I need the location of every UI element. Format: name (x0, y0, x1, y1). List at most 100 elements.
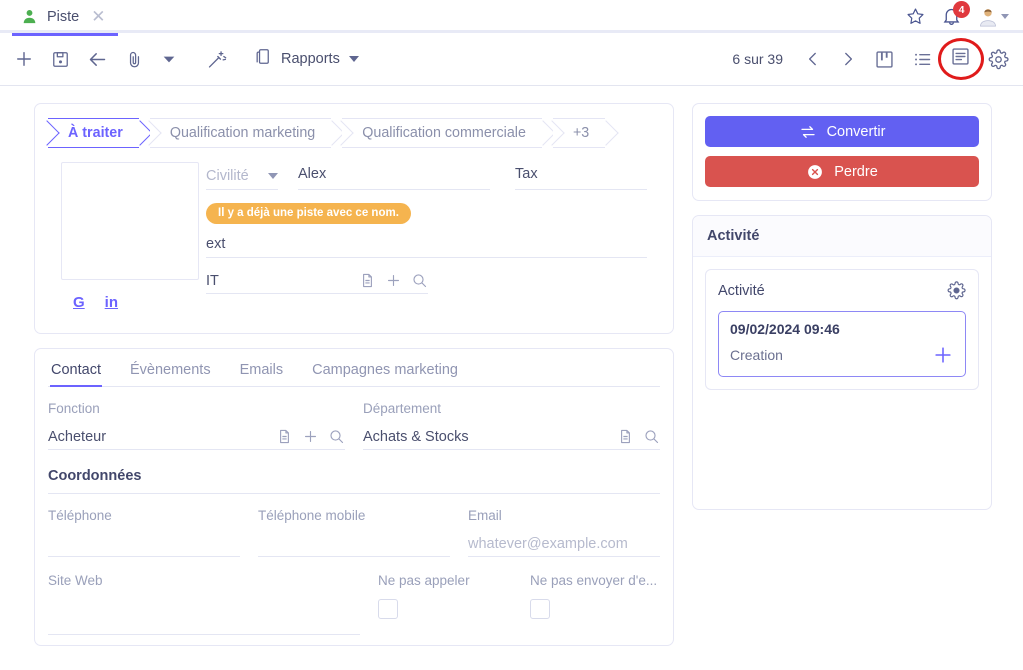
telephone-input[interactable] (48, 534, 240, 557)
list-view-icon[interactable] (912, 49, 933, 70)
do-not-email-field: Ne pas envoyer d'e... (530, 573, 682, 619)
activity-widget: Activité 09/02/2024 09:46 Creation (705, 269, 979, 390)
do-not-call-checkbox[interactable] (378, 599, 398, 619)
chevron-right-icon[interactable] (839, 50, 857, 68)
search-icon[interactable] (411, 272, 428, 289)
toolbar-left-group: Rapports (14, 47, 359, 71)
document-icon[interactable] (359, 272, 376, 289)
left-column: À traiter Qualification marketing Qualif… (34, 103, 674, 669)
app-tab-label: Piste (47, 8, 80, 25)
lead-photo-placeholder[interactable] (61, 162, 199, 280)
search-icon[interactable] (328, 428, 345, 445)
fonction-label: Fonction (48, 401, 100, 416)
search-icon[interactable] (643, 428, 660, 445)
plus-icon[interactable] (302, 428, 319, 445)
lose-button[interactable]: Perdre (705, 156, 979, 187)
arrow-left-icon[interactable] (87, 49, 108, 70)
magic-wand-icon[interactable] (206, 49, 227, 70)
pipeline-stage-qualification-marketing[interactable]: Qualification marketing (149, 118, 332, 148)
record-pager-label: 6 sur 39 (732, 51, 783, 67)
mobile-label: Téléphone mobile (258, 508, 366, 523)
reports-label: Rapports (281, 51, 340, 67)
linkedin-link[interactable]: in (105, 294, 118, 311)
phone-email-row: Téléphone Téléphone mobile Email whateve… (48, 494, 660, 557)
tab-evenements[interactable]: Évènements (129, 359, 212, 386)
telephone-label: Téléphone (48, 508, 112, 523)
gear-icon[interactable] (947, 281, 966, 300)
departement-value: Achats & Stocks (363, 429, 469, 445)
convert-button[interactable]: Convertir (705, 116, 979, 147)
activity-entry[interactable]: 09/02/2024 09:46 Creation (718, 311, 966, 377)
departement-input[interactable]: Achats & Stocks (363, 427, 660, 450)
role-row: Fonction Acheteur Département Achats & S… (48, 401, 660, 450)
convert-icon (799, 123, 817, 141)
fonction-field: Fonction Acheteur (48, 401, 363, 450)
first-name-input[interactable]: Alex (298, 166, 490, 190)
lead-actions-card: Convertir Perdre (692, 103, 992, 201)
activity-entry-kind: Creation (730, 347, 783, 363)
fonction-input[interactable]: Acheteur (48, 427, 345, 450)
do-not-email-checkbox[interactable] (530, 599, 550, 619)
gear-icon[interactable] (988, 48, 1009, 70)
plus-icon[interactable] (14, 49, 34, 69)
document-icon[interactable] (617, 428, 634, 445)
industry-row: IT (206, 272, 428, 294)
chevron-left-icon[interactable] (804, 50, 822, 68)
pipeline-stage-a-traiter[interactable]: À traiter (48, 118, 139, 148)
tab-strip-actions: 4 (906, 1, 1023, 27)
pipeline-stage-label: +3 (572, 125, 590, 141)
form-view-button[interactable] (937, 38, 984, 80)
industry-actions (359, 272, 428, 289)
departement-actions (617, 428, 660, 445)
duplicate-warning-badge: Il y a déjà une piste avec ce nom. (206, 203, 411, 224)
plus-icon[interactable] (385, 272, 402, 289)
lead-fields: Civilité Alex Tax Il y a déjà une piste … (206, 162, 647, 311)
activity-entry-row: Creation (730, 344, 954, 366)
document-icon[interactable] (276, 428, 293, 445)
tab-contact[interactable]: Contact (50, 359, 102, 387)
activity-panel-title: Activité (693, 216, 991, 257)
email-label: Email (468, 508, 502, 523)
social-links: G in (61, 294, 206, 311)
close-icon[interactable]: ✕ (91, 8, 105, 25)
save-icon[interactable] (51, 50, 70, 69)
mobile-input[interactable] (258, 534, 450, 557)
chevron-down-icon (1001, 14, 1009, 19)
company-input[interactable]: ext (206, 236, 647, 258)
email-input[interactable]: whatever@example.com (468, 534, 660, 557)
tab-emails[interactable]: Emails (239, 359, 285, 386)
coordonnees-section-title: Coordonnées (48, 450, 660, 494)
pipeline-stage-qualification-commerciale[interactable]: Qualification commerciale (342, 118, 542, 148)
do-not-call-label: Ne pas appeler (378, 573, 470, 588)
google-link[interactable]: G (73, 294, 85, 311)
civilite-select[interactable]: Civilité (206, 166, 278, 190)
person-icon (22, 9, 37, 24)
tab-campagnes-marketing[interactable]: Campagnes marketing (311, 359, 459, 386)
chevron-down-icon (268, 172, 278, 179)
activity-entry-date: 09/02/2024 09:46 (730, 321, 840, 337)
caret-down-icon[interactable] (161, 51, 177, 67)
do-not-email-label: Ne pas envoyer d'e... (530, 573, 658, 588)
user-avatar-menu[interactable] (978, 7, 1009, 27)
name-row: Civilité Alex Tax (206, 166, 647, 190)
star-icon[interactable] (906, 7, 925, 26)
paperclip-icon[interactable] (125, 50, 144, 69)
app-tab-piste[interactable]: Piste ✕ (0, 0, 118, 36)
kanban-view-icon[interactable] (874, 49, 895, 70)
fonction-value: Acheteur (48, 429, 107, 445)
activity-panel-body: Activité 09/02/2024 09:46 Creation (693, 257, 991, 509)
convert-label: Convertir (826, 123, 886, 140)
site-web-input[interactable] (48, 612, 360, 635)
photo-column: G in (61, 162, 206, 311)
notifications-bell[interactable]: 4 (941, 1, 970, 27)
last-name-input[interactable]: Tax (515, 166, 647, 190)
pipeline-stage-more[interactable]: +3 (552, 118, 606, 148)
activity-panel: Activité Activité 09/02/2024 09:46 Creat… (692, 215, 992, 510)
pipeline-stage-label: À traiter (68, 125, 123, 141)
industry-value[interactable]: IT (206, 273, 219, 289)
pipeline-stage-label: Qualification marketing (169, 125, 316, 141)
add-activity-icon[interactable] (932, 344, 954, 366)
web-optout-row: Site Web Ne pas appeler Ne pas envoyer d… (48, 557, 660, 635)
departement-field: Département Achats & Stocks (363, 401, 660, 450)
reports-menu[interactable]: Rapports (254, 47, 359, 71)
